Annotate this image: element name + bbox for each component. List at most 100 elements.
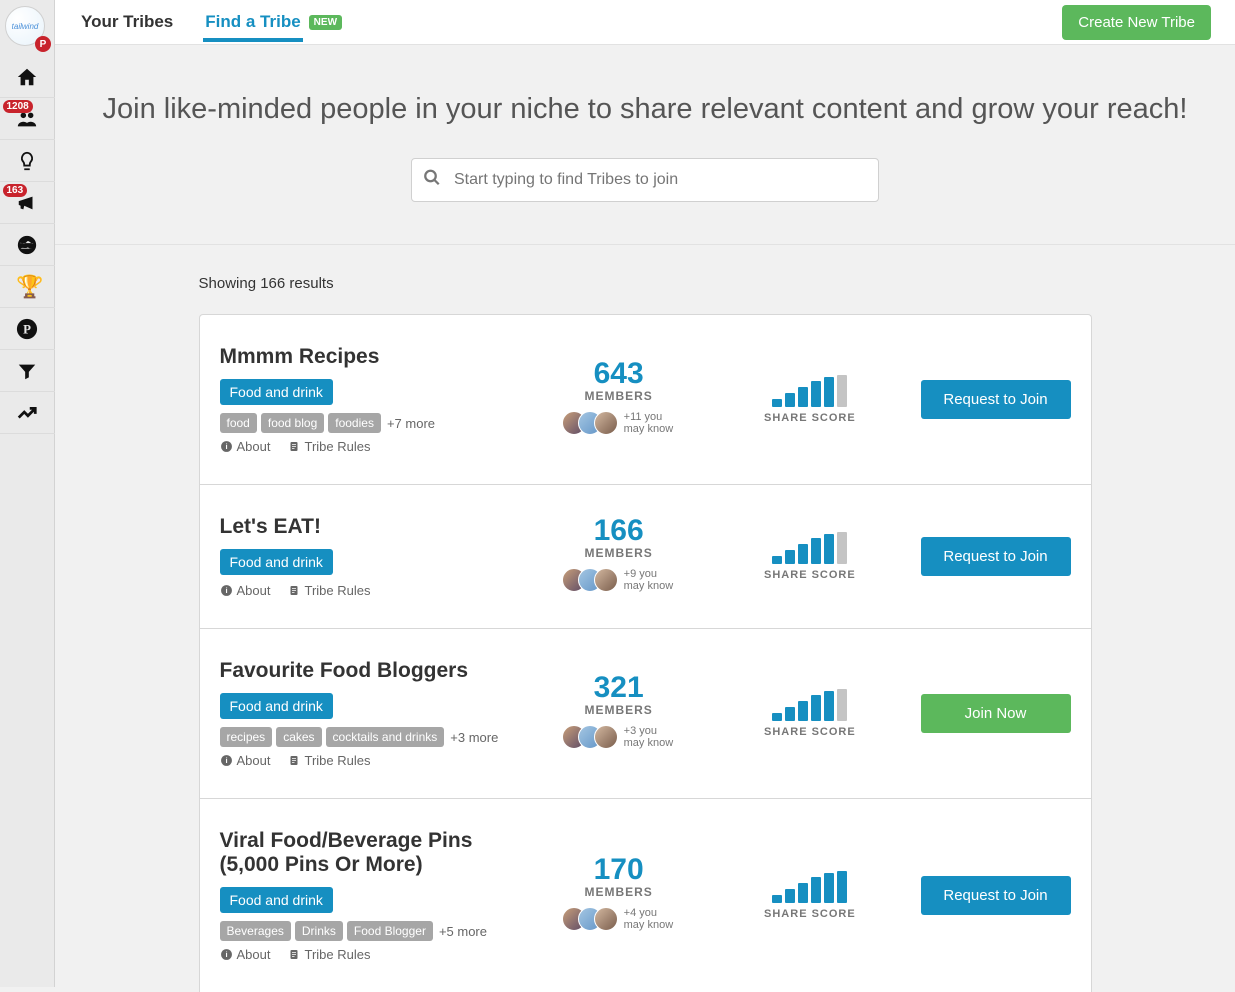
tribe-rules-link[interactable]: Tribe Rules <box>288 583 370 598</box>
member-avatars[interactable]: +9 you may know <box>562 568 676 592</box>
tab-find-a-tribe[interactable]: Find a TribeNEW <box>203 12 342 32</box>
tag-pill[interactable]: cocktails and drinks <box>326 727 445 747</box>
tag-pill[interactable]: Drinks <box>295 921 343 941</box>
members-label: MEMBERS <box>533 885 704 899</box>
nav-announcements[interactable]: 163 <box>0 182 55 224</box>
join-now-button[interactable]: Join Now <box>921 694 1071 733</box>
score-bar <box>798 701 808 721</box>
score-bar <box>811 381 821 407</box>
you-may-know-text: +4 you may know <box>624 907 676 931</box>
tribe-card: Let's EAT! Food and drink i About Tribe … <box>199 484 1092 628</box>
tribe-rules-link[interactable]: Tribe Rules <box>288 753 370 768</box>
score-bar <box>837 689 847 721</box>
svg-text:i: i <box>225 756 227 765</box>
member-avatars[interactable]: +11 you may know <box>562 411 676 435</box>
tag-pill[interactable]: Beverages <box>220 921 291 941</box>
tribe-title[interactable]: Mmmm Recipes <box>220 345 514 369</box>
share-score-label: SHARE SCORE <box>724 908 895 920</box>
avatar <box>594 725 618 749</box>
svg-text:i: i <box>225 586 227 595</box>
members-label: MEMBERS <box>533 703 704 717</box>
member-count: 643 <box>533 359 704 389</box>
category-pill[interactable]: Food and drink <box>220 549 333 575</box>
score-bar <box>785 707 795 721</box>
about-link[interactable]: i About <box>220 439 271 454</box>
members-label: MEMBERS <box>533 389 704 403</box>
score-bar <box>824 377 834 407</box>
svg-text:i: i <box>225 950 227 959</box>
score-bar <box>798 883 808 903</box>
globe-icon <box>16 234 38 256</box>
tag-pill[interactable]: food blog <box>261 413 324 433</box>
lightbulb-icon <box>16 150 38 172</box>
tag-pill[interactable]: foodies <box>328 413 381 433</box>
member-avatars[interactable]: +3 you may know <box>562 725 676 749</box>
category-pill[interactable]: Food and drink <box>220 887 333 913</box>
svg-text:i: i <box>225 442 227 451</box>
you-may-know-text: +9 you may know <box>624 568 676 592</box>
more-tags-link[interactable]: +3 more <box>450 730 498 745</box>
you-may-know-text: +11 you may know <box>624 411 676 435</box>
app-logo[interactable]: tailwind P <box>5 6 49 50</box>
nav-globe[interactable] <box>0 224 55 266</box>
avatar <box>594 568 618 592</box>
request-to-join-button[interactable]: Request to Join <box>921 876 1071 915</box>
nav-home[interactable] <box>0 56 55 98</box>
badge-count: 1208 <box>3 100 33 113</box>
new-badge: NEW <box>309 15 342 30</box>
more-tags-link[interactable]: +5 more <box>439 924 487 939</box>
search-input[interactable] <box>411 158 879 202</box>
about-link[interactable]: i About <box>220 947 271 962</box>
hero-section: Join like-minded people in your niche to… <box>55 45 1235 245</box>
tribe-card: Viral Food/Beverage Pins (5,000 Pins Or … <box>199 798 1092 992</box>
tribe-title[interactable]: Viral Food/Beverage Pins (5,000 Pins Or … <box>220 829 514 877</box>
score-bar <box>824 534 834 564</box>
funnel-icon <box>16 360 38 382</box>
you-may-know-text: +3 you may know <box>624 725 676 749</box>
score-bar <box>837 375 847 407</box>
tribe-rules-link[interactable]: Tribe Rules <box>288 947 370 962</box>
score-bar <box>837 871 847 903</box>
score-bar <box>798 387 808 407</box>
category-pill[interactable]: Food and drink <box>220 693 333 719</box>
tag-pill[interactable]: recipes <box>220 727 273 747</box>
score-bar <box>837 532 847 564</box>
tribe-rules-link[interactable]: Tribe Rules <box>288 439 370 454</box>
badge-count: 163 <box>3 184 28 197</box>
member-count: 321 <box>533 673 704 703</box>
score-bar <box>811 877 821 903</box>
tag-pill[interactable]: cakes <box>276 727 321 747</box>
nav-filter[interactable] <box>0 350 55 392</box>
score-bar <box>785 889 795 903</box>
members-label: MEMBERS <box>533 546 704 560</box>
member-avatars[interactable]: +4 you may know <box>562 907 676 931</box>
about-link[interactable]: i About <box>220 583 271 598</box>
tribe-title[interactable]: Let's EAT! <box>220 515 514 539</box>
category-pill[interactable]: Food and drink <box>220 379 333 405</box>
tribe-title[interactable]: Favourite Food Bloggers <box>220 659 514 683</box>
results-count: Showing 166 results <box>199 275 1092 292</box>
nav-trophy[interactable]: 🏆 <box>0 266 55 308</box>
more-tags-link[interactable]: +7 more <box>387 416 435 431</box>
avatar <box>594 907 618 931</box>
home-icon <box>16 66 38 88</box>
share-score-bars <box>772 871 847 903</box>
tag-pill[interactable]: Food Blogger <box>347 921 433 941</box>
request-to-join-button[interactable]: Request to Join <box>921 537 1071 576</box>
pinterest-badge-icon: P <box>35 36 51 52</box>
nav-pinterest[interactable]: P <box>0 308 55 350</box>
tribe-card: Mmmm Recipes Food and drink foodfood blo… <box>199 314 1092 484</box>
score-bar <box>772 895 782 903</box>
score-bar <box>772 713 782 721</box>
search-icon <box>423 169 441 192</box>
trophy-icon: 🏆 <box>16 276 38 298</box>
nav-people[interactable]: 1208 <box>0 98 55 140</box>
member-count: 170 <box>533 855 704 885</box>
nav-trends[interactable] <box>0 392 55 434</box>
nav-ideas[interactable] <box>0 140 55 182</box>
create-new-tribe-button[interactable]: Create New Tribe <box>1062 5 1211 40</box>
about-link[interactable]: i About <box>220 753 271 768</box>
request-to-join-button[interactable]: Request to Join <box>921 380 1071 419</box>
tag-pill[interactable]: food <box>220 413 257 433</box>
tab-your-tribes[interactable]: Your Tribes <box>79 2 175 42</box>
